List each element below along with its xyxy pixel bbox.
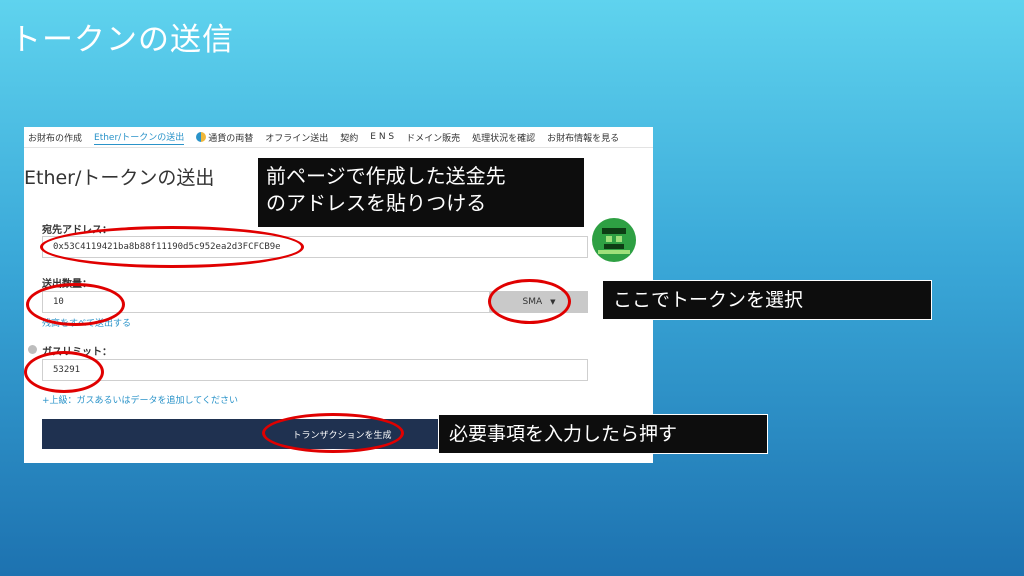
address-callout-line2: のアドレスを貼りつける [266,191,487,215]
token-callout: ここでトークンを選択 [602,280,932,320]
address-callout: 前ページで作成した送金先 のアドレスを貼りつける [257,157,585,228]
gas-limit-highlight [24,351,104,393]
swap-icon [196,132,207,142]
slide-title: トークンの送信 [10,22,234,58]
token-highlight [488,279,571,324]
address-identicon [592,218,636,262]
nav-item-swap[interactable]: 通貨の両替 [196,131,253,144]
nav-item-offline[interactable]: オフライン送出 [265,131,328,144]
submit-callout: 必要事項を入力したら押す [438,414,768,454]
nav-item-ens[interactable]: E N S [370,132,394,142]
gas-limit-input[interactable]: 53291 [42,359,588,381]
nav-item-check-status[interactable]: 処理状況を確認 [472,131,535,144]
nav-item-view-wallet[interactable]: お財布情報を見る [547,131,619,144]
page-title: Ether/トークンの送出 [24,167,215,189]
advanced-options-link[interactable]: +上級：ガスあるいはデータを追加してください [42,393,238,406]
nav-item-swap-label: 通貨の両替 [208,133,254,144]
amount-highlight [26,283,125,326]
address-highlight [40,226,304,268]
address-callout-line1: 前ページで作成した送金先 [266,164,506,188]
nav-item-contracts[interactable]: 契約 [340,131,358,144]
help-icon[interactable] [28,345,37,354]
nav-item-domain-sale[interactable]: ドメイン販売 [406,131,460,144]
submit-highlight [262,413,404,453]
nav-item-send[interactable]: Ether/トークンの送出 [94,130,185,145]
nav-item-create-wallet[interactable]: お財布の作成 [28,131,82,144]
top-nav: お財布の作成 Ether/トークンの送出 通貨の両替 オフライン送出 契約 E … [24,127,653,148]
